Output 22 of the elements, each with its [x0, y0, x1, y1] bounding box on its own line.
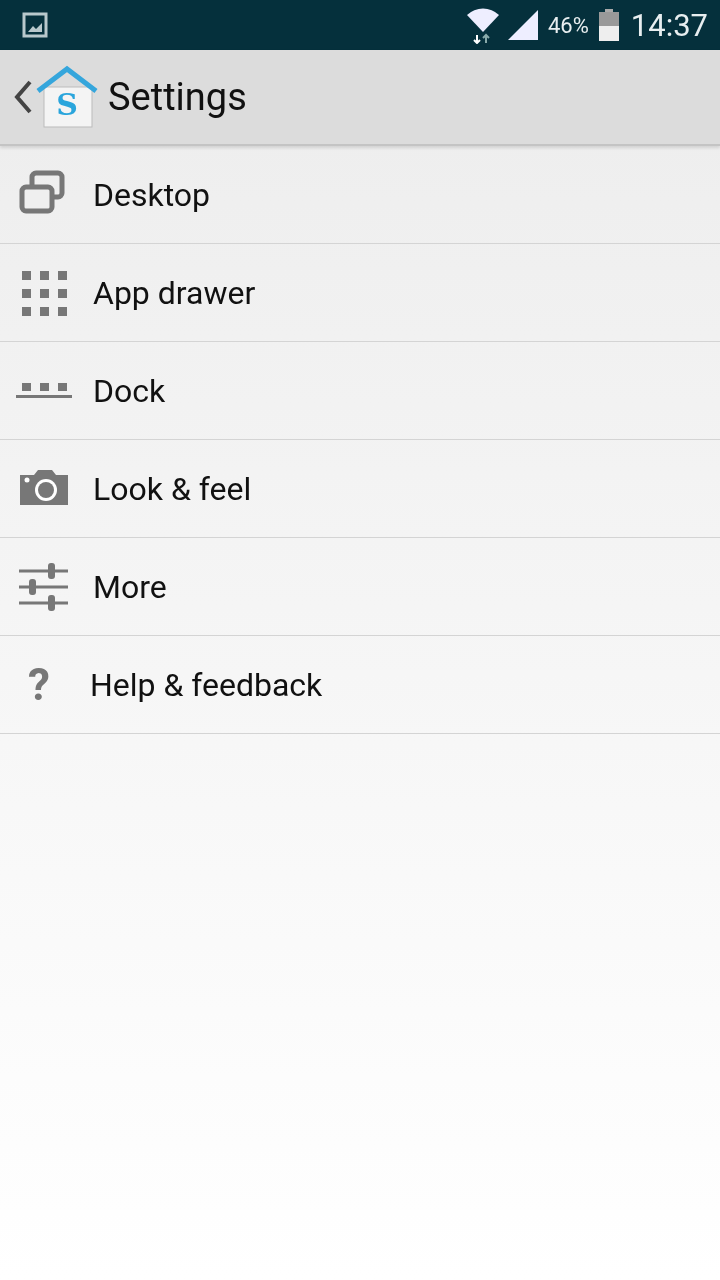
settings-item[interactable]: App drawer [0, 244, 720, 342]
settings-item[interactable]: Look & feel [0, 440, 720, 538]
settings-item[interactable]: Dock [0, 342, 720, 440]
screen-title: Settings [108, 75, 247, 119]
item-label: Help & feedback [89, 665, 323, 704]
item-label: More [93, 567, 167, 606]
battery-percent: 46% [547, 12, 589, 38]
item-label: Look & feel [93, 469, 252, 508]
wifi-icon [465, 6, 500, 44]
settings-item[interactable]: More [0, 538, 720, 636]
item-label: Dock [93, 371, 166, 410]
item-label: Desktop [93, 175, 211, 214]
help-icon: ? [28, 662, 50, 707]
picture-icon [22, 12, 48, 38]
battery-icon [598, 9, 619, 41]
settings-item[interactable]: ? Help & feedback [0, 636, 720, 734]
dock-icon [16, 383, 72, 398]
app-logo: S [36, 65, 98, 129]
item-label: App drawer [93, 273, 256, 312]
settings-item[interactable]: Desktop [0, 146, 720, 244]
clock: 14:37 [630, 6, 708, 44]
back-button[interactable] [12, 79, 34, 115]
